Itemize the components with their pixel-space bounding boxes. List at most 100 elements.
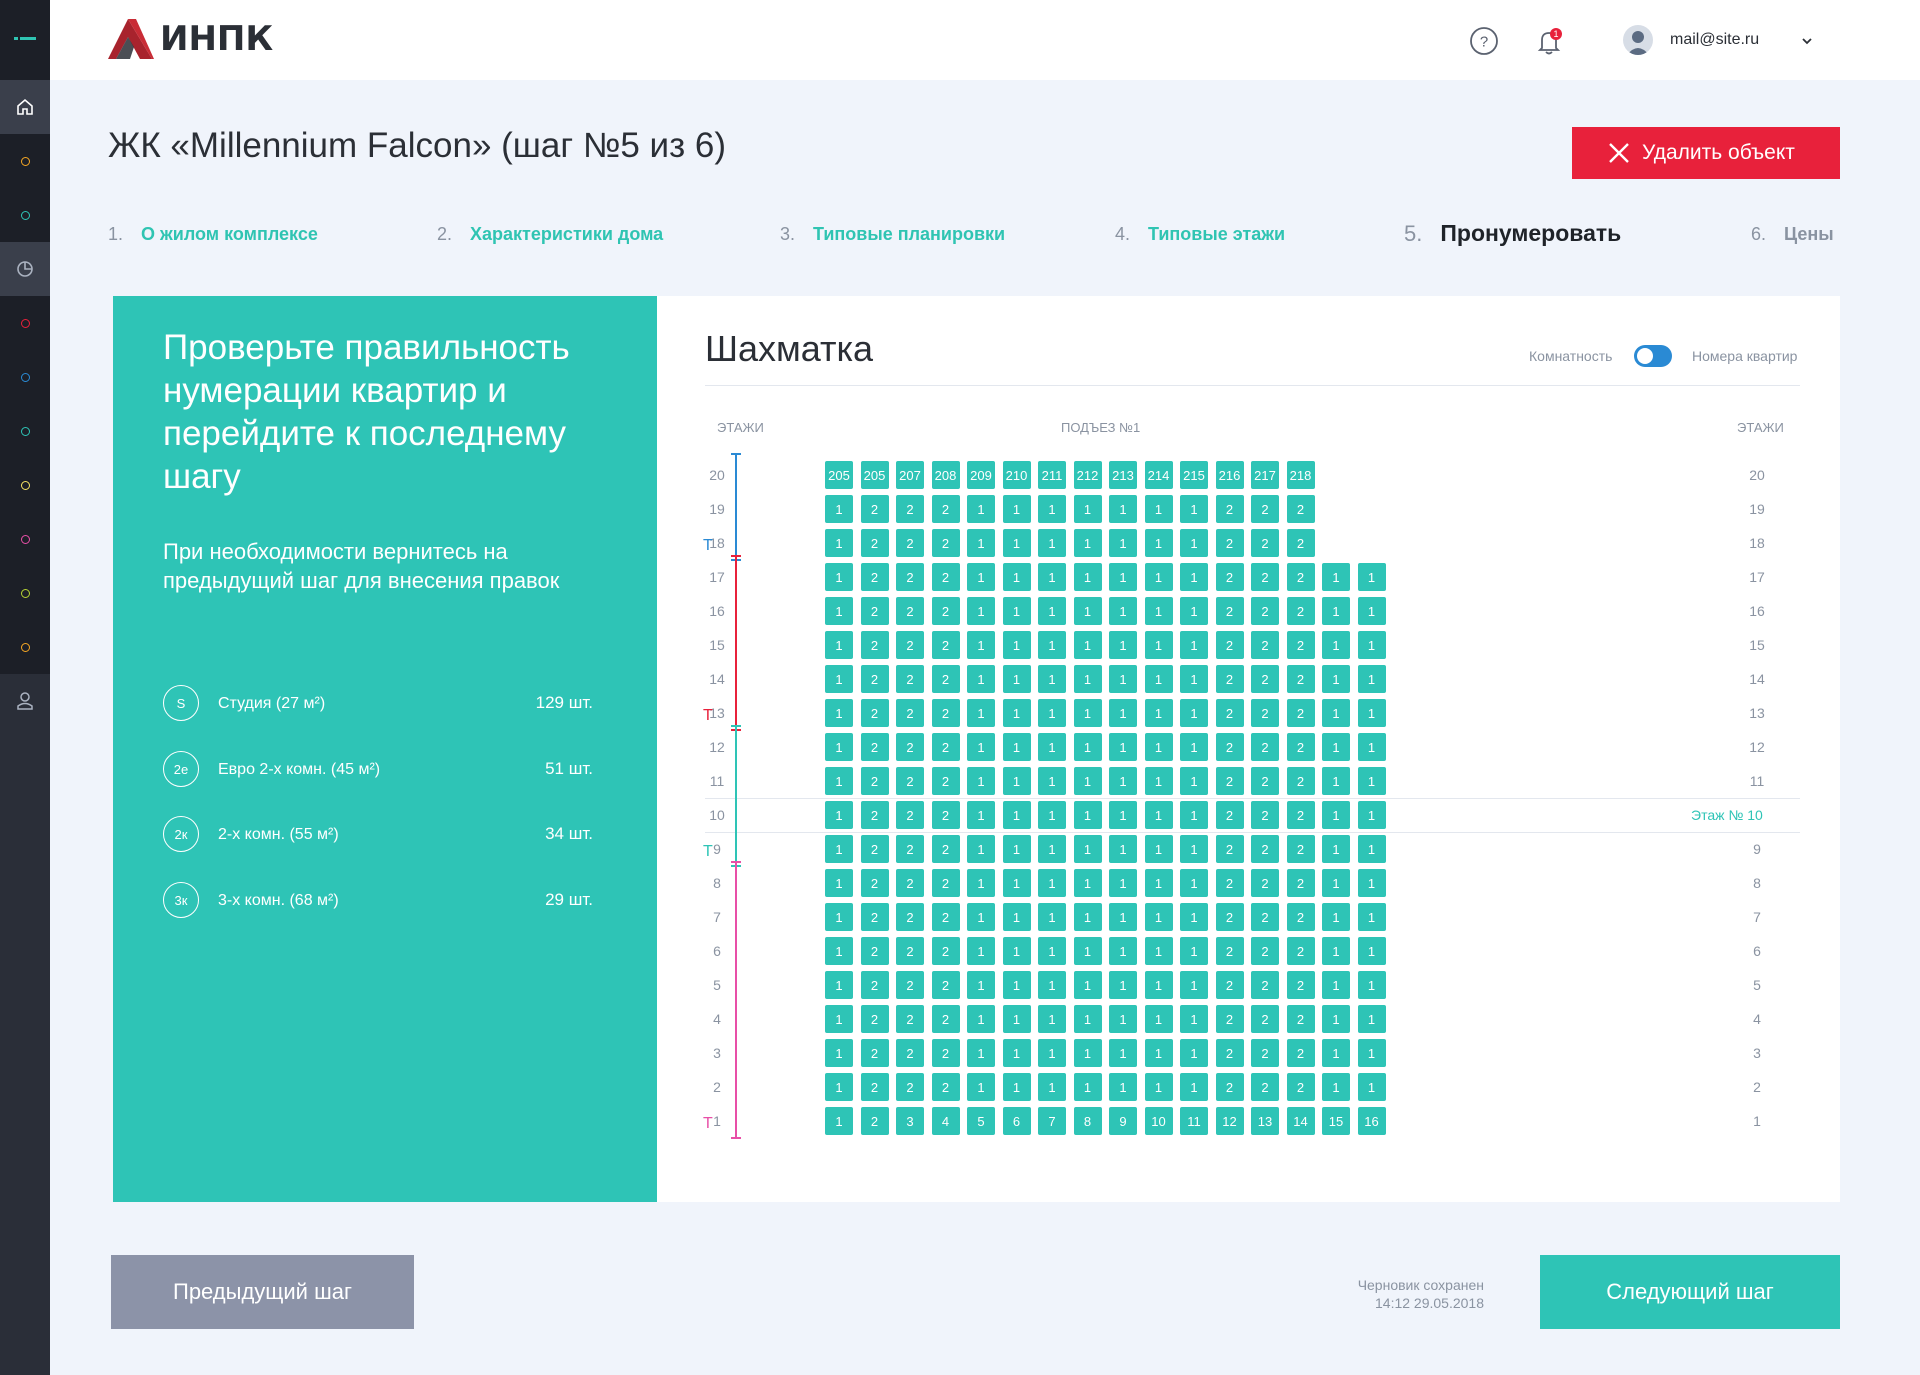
apartment-cell[interactable]: 2 — [1251, 563, 1279, 591]
apartment-cell[interactable]: 211 — [1038, 461, 1066, 489]
apartment-cell[interactable]: 1 — [1180, 699, 1208, 727]
sidebar-item-7[interactable] — [0, 512, 50, 566]
apartment-cell[interactable]: 13 — [1251, 1107, 1279, 1135]
apartment-cell[interactable]: 1 — [1322, 767, 1350, 795]
apartment-cell[interactable]: 1 — [1002, 665, 1031, 693]
chevron-down-icon[interactable] — [1802, 34, 1812, 48]
apartment-cell[interactable]: 1 — [1073, 1005, 1102, 1033]
apartment-cell[interactable]: 2 — [931, 665, 960, 693]
apartment-cell[interactable]: 1 — [1322, 835, 1350, 863]
apartment-cell[interactable]: 218 — [1286, 461, 1315, 489]
apartment-cell[interactable]: 2 — [1286, 1039, 1315, 1067]
apartment-cell[interactable]: 1 — [1357, 937, 1386, 965]
apartment-cell[interactable]: 2 — [896, 733, 924, 761]
apartment-cell[interactable]: 1 — [1357, 835, 1386, 863]
apartment-cell[interactable]: 1 — [1109, 563, 1137, 591]
apartment-cell[interactable]: 209 — [967, 461, 995, 489]
apartment-cell[interactable]: 2 — [860, 1073, 889, 1101]
apartment-cell[interactable]: 1 — [1322, 699, 1350, 727]
apartment-cell[interactable]: 1 — [1144, 631, 1173, 659]
apartment-cell[interactable]: 1 — [825, 733, 853, 761]
apartment-cell[interactable]: 1 — [1109, 699, 1137, 727]
apartment-cell[interactable]: 1 — [1180, 869, 1208, 897]
apartment-cell[interactable]: 2 — [860, 529, 889, 557]
apartment-cell[interactable]: 1 — [1357, 665, 1386, 693]
apartment-cell[interactable]: 1 — [1144, 563, 1173, 591]
apartment-cell[interactable]: 2 — [1286, 937, 1315, 965]
apartment-cell[interactable]: 1 — [1109, 529, 1137, 557]
apartment-cell[interactable]: 1 — [1144, 835, 1173, 863]
apartment-cell[interactable]: 2 — [860, 597, 889, 625]
apartment-cell[interactable]: 2 — [1215, 869, 1244, 897]
apartment-cell[interactable]: 1 — [1038, 1073, 1066, 1101]
apartment-cell[interactable]: 2 — [1215, 903, 1244, 931]
apartment-cell[interactable]: 1 — [967, 699, 995, 727]
apartment-cell[interactable]: 2 — [931, 869, 960, 897]
apartment-cell[interactable]: 2 — [1286, 971, 1315, 999]
apartment-cell[interactable]: 205 — [825, 461, 853, 489]
apartment-cell[interactable]: 1 — [1144, 767, 1173, 795]
apartment-cell[interactable]: 2 — [860, 971, 889, 999]
apartment-cell[interactable]: 1 — [1038, 869, 1066, 897]
apartment-cell[interactable]: 1 — [1109, 869, 1137, 897]
toggle-label-numbers[interactable]: Номера квартир — [1692, 348, 1797, 364]
apartment-cell[interactable]: 1 — [1357, 631, 1386, 659]
apartment-cell[interactable]: 1 — [1144, 495, 1173, 523]
step-3[interactable]: 3. Типовые планировки — [780, 224, 1005, 245]
apartment-cell[interactable]: 2 — [896, 801, 924, 829]
apartment-cell[interactable]: 1 — [825, 937, 853, 965]
apartment-cell[interactable]: 1 — [825, 903, 853, 931]
apartment-cell[interactable]: 1 — [1180, 665, 1208, 693]
apartment-cell[interactable]: 2 — [860, 733, 889, 761]
apartment-cell[interactable]: 1 — [825, 699, 853, 727]
apartment-cell[interactable]: 2 — [860, 495, 889, 523]
apartment-cell[interactable]: 1 — [1109, 495, 1137, 523]
apartment-cell[interactable]: 1 — [825, 529, 853, 557]
apartment-cell[interactable]: 2 — [896, 767, 924, 795]
apartment-cell[interactable]: 1 — [1144, 869, 1173, 897]
apartment-cell[interactable]: 1 — [1073, 767, 1102, 795]
apartment-cell[interactable]: 1 — [1002, 869, 1031, 897]
apartment-cell[interactable]: 2 — [1286, 563, 1315, 591]
apartment-cell[interactable]: 1 — [967, 631, 995, 659]
sidebar-item-8[interactable] — [0, 566, 50, 620]
apartment-cell[interactable]: 1 — [1180, 937, 1208, 965]
apartment-cell[interactable]: 2 — [1286, 631, 1315, 659]
apartment-cell[interactable]: 2 — [1286, 699, 1315, 727]
apartment-cell[interactable]: 2 — [1251, 801, 1279, 829]
apartment-cell[interactable]: 2 — [1215, 835, 1244, 863]
apartment-cell[interactable]: 2 — [1251, 971, 1279, 999]
apartment-cell[interactable]: 1 — [1180, 631, 1208, 659]
apartment-cell[interactable]: 2 — [1251, 733, 1279, 761]
apartment-cell[interactable]: 2 — [1215, 971, 1244, 999]
sidebar-item-2[interactable] — [0, 188, 50, 242]
apartment-cell[interactable]: 1 — [967, 733, 995, 761]
apartment-cell[interactable]: 1 — [967, 801, 995, 829]
apartment-cell[interactable]: 1 — [1180, 1039, 1208, 1067]
apartment-cell[interactable]: 1 — [1038, 665, 1066, 693]
apartment-cell[interactable]: 1 — [825, 869, 853, 897]
apartment-cell[interactable]: 2 — [1286, 665, 1315, 693]
apartment-cell[interactable]: 12 — [1215, 1107, 1244, 1135]
apartment-cell[interactable]: 1 — [1144, 665, 1173, 693]
apartment-cell[interactable]: 15 — [1322, 1107, 1350, 1135]
floor-group-bracket[interactable] — [731, 555, 741, 731]
apartment-cell[interactable]: 1 — [1109, 1039, 1137, 1067]
apartment-cell[interactable]: 1 — [825, 971, 853, 999]
apartment-cell[interactable]: 2 — [1215, 529, 1244, 557]
apartment-cell[interactable]: 2 — [1215, 767, 1244, 795]
apartment-cell[interactable]: 2 — [1251, 699, 1279, 727]
apartment-cell[interactable]: 2 — [896, 1073, 924, 1101]
apartment-cell[interactable]: 1 — [967, 563, 995, 591]
apartment-cell[interactable]: 2 — [896, 1039, 924, 1067]
apartment-cell[interactable]: 1 — [1002, 1039, 1031, 1067]
apartment-cell[interactable]: 1 — [825, 835, 853, 863]
apartment-cell[interactable]: 1 — [1038, 767, 1066, 795]
menu-icon[interactable] — [14, 37, 36, 41]
apartment-cell[interactable]: 2 — [931, 631, 960, 659]
apartment-cell[interactable]: 1 — [967, 869, 995, 897]
apartment-cell[interactable]: 2 — [1286, 495, 1315, 523]
apartment-cell[interactable]: 1 — [1002, 903, 1031, 931]
apartment-cell[interactable]: 1 — [1322, 869, 1350, 897]
apartment-cell[interactable]: 1 — [1038, 801, 1066, 829]
